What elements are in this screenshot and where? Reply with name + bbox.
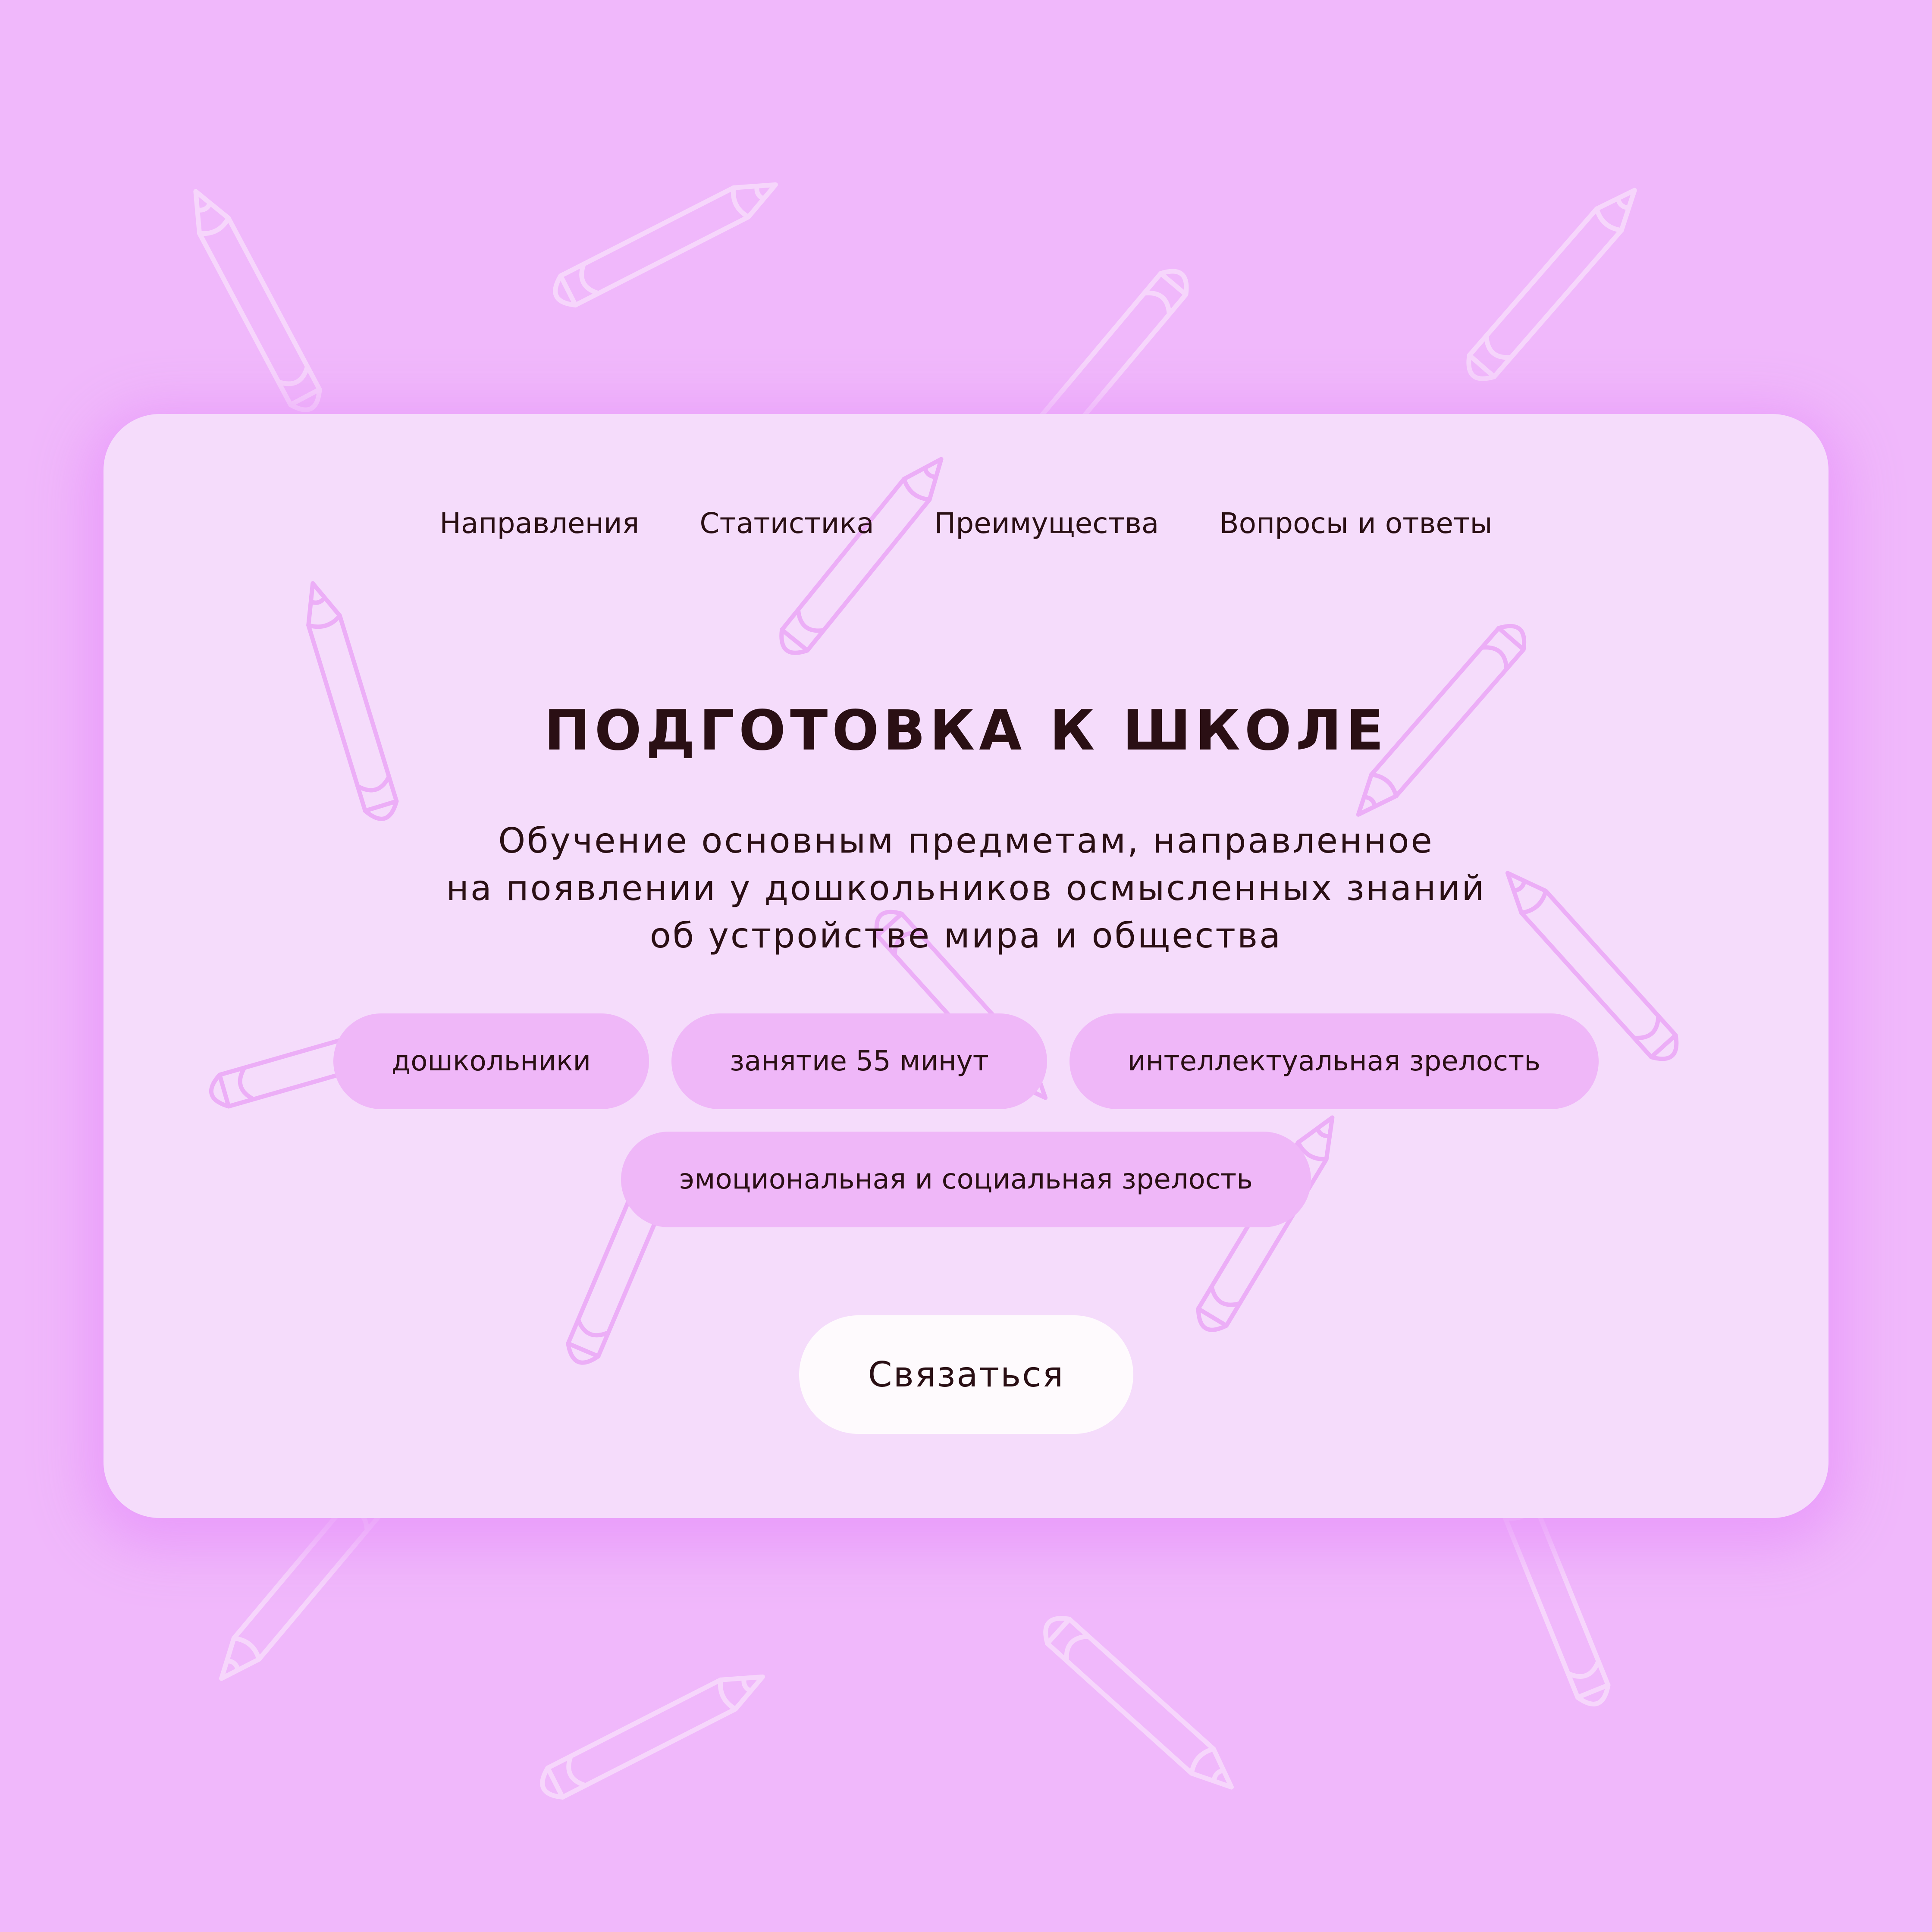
nav-link-statistics[interactable]: Статистика	[699, 507, 874, 540]
tag-preschoolers: дошкольники	[333, 1013, 649, 1109]
pencil-icon	[1461, 179, 1647, 386]
nav-link-advantages[interactable]: Преимущества	[935, 507, 1159, 540]
pencil-icon	[549, 170, 783, 310]
nav-link-directions[interactable]: Направления	[439, 507, 639, 540]
contact-button[interactable]: Связаться	[799, 1315, 1133, 1434]
top-nav: Направления Статистика Преимущества Вопр…	[104, 507, 1828, 540]
pencil-icon	[1038, 1610, 1242, 1799]
nav-link-faq[interactable]: Вопросы и ответы	[1219, 507, 1492, 540]
page-title: ПОДГОТОВКА К ШКОЛЕ	[544, 699, 1388, 763]
hero-description-line: Обучение основным предметам, направленно…	[498, 821, 1434, 861]
tag-emotional-social-maturity: эмоциональная и социальная зрелость	[621, 1132, 1311, 1227]
hero-description-line: на появлении у дошкольников осмысленных …	[446, 868, 1486, 908]
hero-description-line: об устройстве мира и общества	[649, 916, 1283, 956]
hero-description: Обучение основным предметам, направленно…	[362, 817, 1570, 960]
pencil-icon	[181, 184, 326, 416]
pencil-icon	[774, 449, 954, 661]
pencil-icon	[536, 1662, 770, 1803]
tag-list: дошкольники занятие 55 минут интеллектуа…	[319, 1013, 1613, 1227]
hero-card: Направления Статистика Преимущества Вопр…	[104, 414, 1828, 1518]
tag-intellectual-maturity: интеллектуальная зрелость	[1069, 1013, 1599, 1109]
tag-lesson-duration: занятие 55 минут	[671, 1013, 1047, 1109]
